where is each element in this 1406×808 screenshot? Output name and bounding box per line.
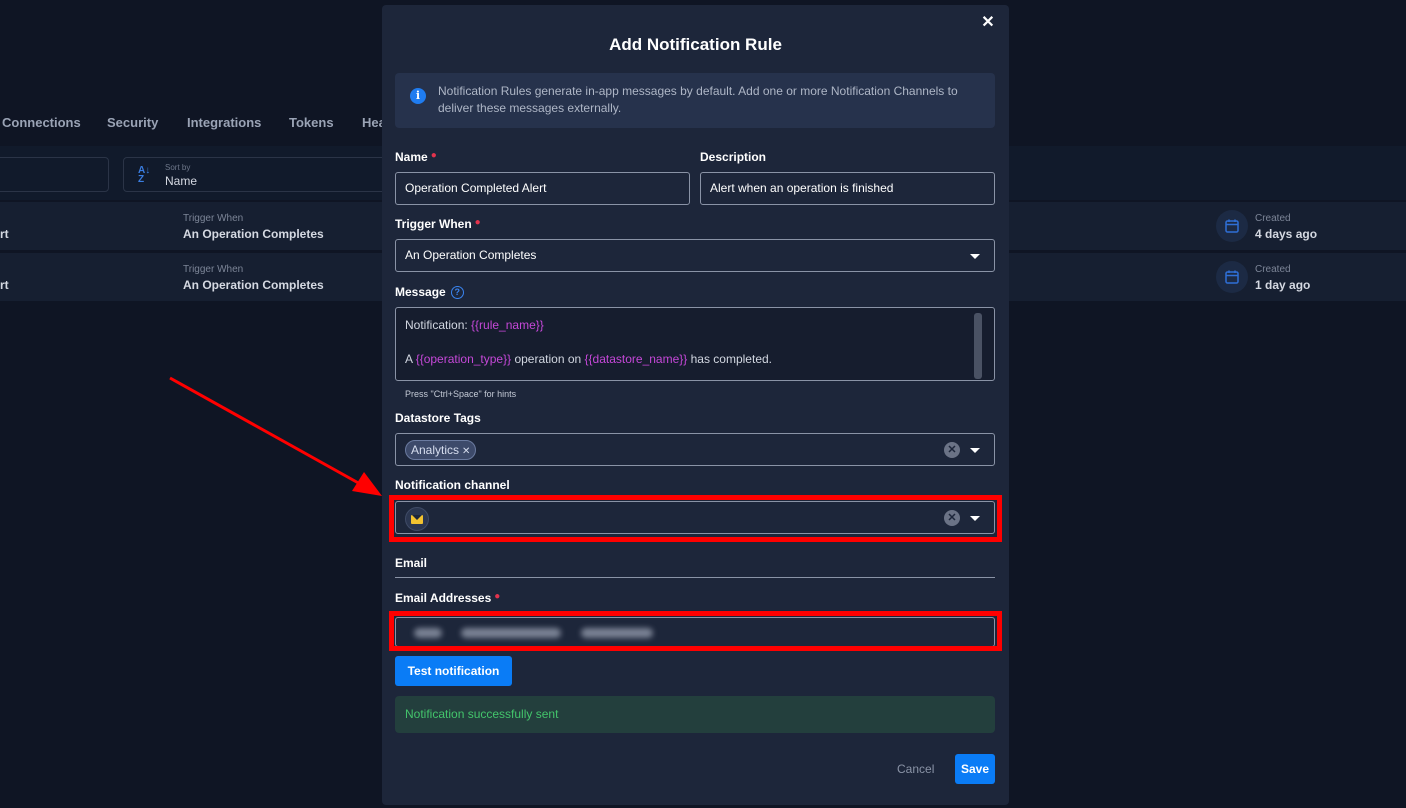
info-banner: i Notification Rules generate in-app mes…: [395, 73, 995, 128]
sort-label: Sort by: [165, 163, 191, 172]
trigger-label: Trigger When: [183, 264, 244, 275]
trigger-label: Trigger When: [183, 213, 244, 224]
success-message: Notification successfully sent: [395, 696, 995, 733]
info-icon: i: [410, 88, 426, 104]
add-notification-rule-dialog: Add Notification Rule ✕ i Notification R…: [382, 5, 1009, 805]
email-addresses-label: Email Addresses ●: [395, 591, 501, 605]
notification-channel-select[interactable]: ✕: [395, 501, 995, 534]
message-editor[interactable]: Notification: {{rule_name}} A {{operatio…: [395, 307, 995, 381]
chevron-down-icon: [970, 254, 980, 259]
trigger-select[interactable]: An Operation Completes: [395, 239, 995, 272]
trigger-value: An Operation Completes: [183, 278, 324, 292]
description-input[interactable]: Alert when an operation is finished: [700, 172, 995, 205]
clear-icon[interactable]: ✕: [944, 442, 960, 458]
search-input[interactable]: [0, 157, 109, 192]
calendar-icon: [1216, 210, 1248, 242]
section-divider: [395, 577, 995, 578]
notification-channel-label: Notification channel: [395, 478, 510, 492]
dialog-title: Add Notification Rule: [609, 35, 782, 54]
sort-value: Name: [165, 174, 198, 188]
datastore-tags-label: Datastore Tags: [395, 411, 481, 425]
tab-tokens[interactable]: Tokens: [289, 115, 334, 130]
chevron-down-icon: [970, 448, 980, 453]
name-label: Name ●: [395, 150, 437, 164]
created-label: Created: [1255, 213, 1291, 224]
created-label: Created: [1255, 264, 1291, 275]
calendar-icon: [1216, 261, 1248, 293]
tab-integrations[interactable]: Integrations: [187, 115, 261, 130]
info-text: Notification Rules generate in-app messa…: [438, 84, 958, 115]
help-icon[interactable]: ?: [450, 286, 464, 299]
trigger-label: Trigger When ●: [395, 217, 481, 231]
editor-scrollbar[interactable]: [974, 313, 982, 379]
remove-tag-icon[interactable]: ✕: [462, 443, 470, 461]
trigger-value: An Operation Completes: [405, 248, 537, 262]
editor-hint: Press "Ctrl+Space" for hints: [405, 389, 517, 399]
tag-chip: Analytics ✕: [405, 440, 477, 461]
rule-name: rt: [0, 227, 9, 241]
cancel-button[interactable]: Cancel: [897, 762, 934, 776]
message-line: Notification: {{rule_name}}: [405, 318, 544, 332]
trigger-value: An Operation Completes: [183, 227, 324, 241]
rule-name: rt: [0, 278, 9, 292]
created-value: 4 days ago: [1255, 227, 1318, 241]
sort-select[interactable]: A↓ Z Sort by Name: [123, 157, 393, 192]
chevron-down-icon: [970, 516, 980, 521]
tab-security[interactable]: Security: [107, 115, 158, 130]
name-input[interactable]: Operation Completed Alert: [395, 172, 690, 205]
datastore-tags-select[interactable]: Analytics ✕ ✕: [395, 433, 995, 466]
save-button[interactable]: Save: [955, 754, 995, 784]
redacted-text: [461, 628, 561, 638]
test-notification-button[interactable]: Test notification: [395, 656, 512, 686]
email-section-title: Email: [395, 556, 428, 570]
sort-az-icon: A↓ Z: [138, 165, 151, 185]
clear-icon[interactable]: ✕: [944, 510, 960, 526]
close-icon[interactable]: ✕: [979, 14, 997, 32]
mail-icon: [405, 507, 429, 531]
redacted-text: [414, 628, 442, 638]
message-line: A {{operation_type}} operation on {{data…: [405, 352, 772, 366]
description-label: Description: [700, 150, 767, 164]
redacted-text: [581, 628, 653, 638]
email-addresses-input[interactable]: [395, 617, 995, 647]
message-label: Message?: [395, 285, 464, 299]
created-value: 1 day ago: [1255, 278, 1311, 292]
tab-connections[interactable]: Connections: [2, 115, 81, 130]
